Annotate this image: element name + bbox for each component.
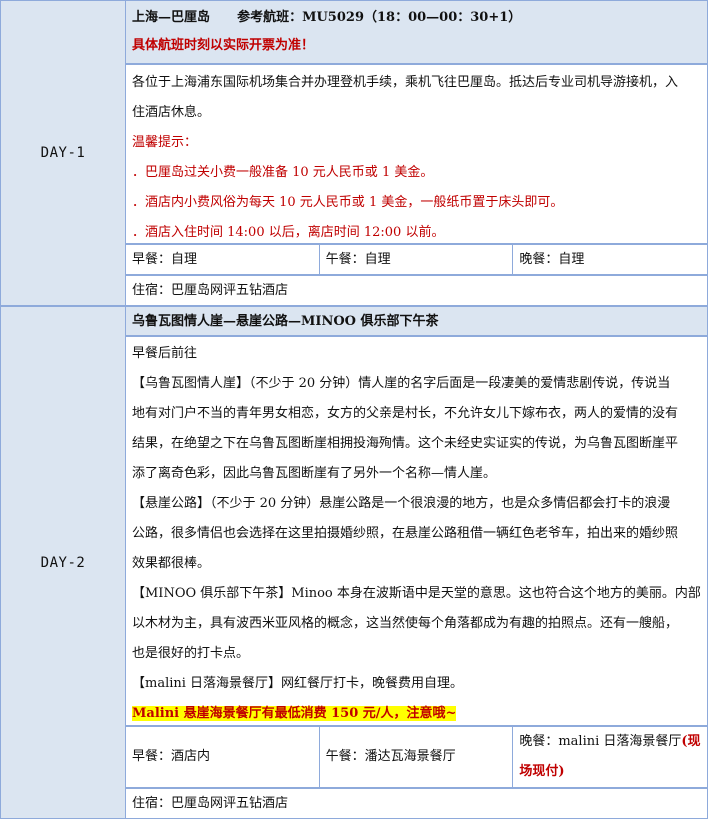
day1-tips-title: 温馨提示： bbox=[132, 135, 198, 150]
day1-desc-line2: 住酒店休息。 bbox=[132, 105, 211, 120]
day1-hotel-row: 住宿：巴厘岛网评五钻酒店 bbox=[126, 275, 708, 306]
day1-meals: 早餐：自理 午餐：自理 晚餐：自理 bbox=[126, 244, 708, 275]
day1-tip-2: ．酒店内小费风俗为每天 10 元人民币或 1 美金，一般纸币置于床头即可。 bbox=[132, 195, 564, 210]
day2-p1-line3: 结果，在绝望之下在乌鲁瓦图断崖相拥投海殉情。这个未经史实证实的传说，为乌鲁瓦图断… bbox=[132, 436, 679, 451]
day1-route: 上海—巴厘岛 bbox=[132, 10, 211, 25]
day2-dinner-note-b: 场现付) bbox=[519, 764, 565, 779]
day2-p3-line2: 以木材为主，具有波西米亚风格的概念，这当然使每个角落都成为有趣的拍照点。还有一艘… bbox=[132, 616, 679, 631]
day2-p2-line3: 效果都很棒。 bbox=[132, 556, 211, 571]
day2-p2-line1: 【悬崖公路】（不少于 20 分钟）悬崖公路是一个很浪漫的地方，也是众多情侣都会打… bbox=[132, 496, 671, 511]
day2-dinner: 晚餐：malini 日落海景餐厅 bbox=[519, 734, 682, 749]
day2-hotel-row: 住宿：巴厘岛网评五钻酒店 bbox=[126, 788, 708, 819]
day1-breakfast: 早餐：自理 bbox=[126, 245, 320, 274]
day1-label-cell: DAY-1 bbox=[0, 0, 126, 306]
day2-description: 早餐后前往 【乌鲁瓦图情人崖】（不少于 20 分钟）情人崖的名字后面是一段凄美的… bbox=[126, 336, 708, 726]
day2-p1-line4: 添了离奇色彩，因此乌鲁瓦图断崖有了另外一个名称—情人崖。 bbox=[132, 466, 497, 481]
day1-lunch: 午餐：自理 bbox=[320, 245, 514, 274]
day2-breakfast-cell: 早餐：酒店内 bbox=[126, 727, 320, 787]
day2-p1-line1: 【乌鲁瓦图情人崖】（不少于 20 分钟）情人崖的名字后面是一段凄美的爱情悲剧传说… bbox=[132, 376, 671, 391]
day2-dinner-note-a: (现 bbox=[681, 734, 701, 749]
day2-lunch-cell: 午餐：潘达瓦海景餐厅 bbox=[320, 727, 514, 787]
day1-hotel: 住宿：巴厘岛网评五钻酒店 bbox=[132, 283, 289, 298]
day2-p3-line3: 也是很好的打卡点。 bbox=[132, 646, 250, 661]
itinerary-table: DAY-1 上海—巴厘岛 参考航班：MU5029（18：00—00：30+1） … bbox=[0, 0, 708, 819]
day1-label: DAY-1 bbox=[40, 145, 86, 161]
day1-desc-line1: 各位于上海浦东国际机场集合并办理登机手续，乘机飞往巴厘岛。抵达后专业司机导游接机… bbox=[132, 75, 679, 90]
day2-hotel: 住宿：巴厘岛网评五钻酒店 bbox=[132, 796, 289, 811]
day2-lunch: 午餐：潘达瓦海景餐厅 bbox=[325, 749, 456, 764]
day2-dinner-cell: 晚餐：malini 日落海景餐厅(现 场现付) bbox=[513, 727, 707, 787]
day1-header: 上海—巴厘岛 参考航班：MU5029（18：00—00：30+1） 具体航班时刻… bbox=[126, 0, 708, 64]
day2-title: 乌鲁瓦图情人崖—悬崖公路—MINOO 俱乐部下午茶 bbox=[132, 314, 439, 329]
day1-content: 上海—巴厘岛 参考航班：MU5029（18：00—00：30+1） 具体航班时刻… bbox=[126, 0, 708, 306]
day1-flight: 参考航班：MU5029（18：00—00：30+1） bbox=[237, 10, 522, 25]
day2-intro: 早餐后前往 bbox=[132, 346, 198, 361]
day1-flight-note: 具体航班时刻以实际开票为准！ bbox=[132, 38, 315, 53]
day2-p1-line2: 地有对门户不当的青年男女相恋，女方的父亲是村长，不允许女儿下嫁布衣，两人的爱情的… bbox=[132, 406, 679, 421]
day2-p2-line2: 公路，很多情侣也会选择在这里拍摄婚纱照，在悬崖公路租借一辆红色老爷车，拍出来的婚… bbox=[132, 526, 679, 541]
day2-p3-line1: 【MINOO 俱乐部下午茶】Minoo 本身在波斯语中是天堂的意思。这也符合这个… bbox=[132, 586, 701, 601]
day2-meals: 早餐：酒店内 午餐：潘达瓦海景餐厅 晚餐：malini 日落海景餐厅(现 场现付… bbox=[126, 726, 708, 788]
day2-header: 乌鲁瓦图情人崖—悬崖公路—MINOO 俱乐部下午茶 bbox=[126, 306, 708, 336]
day1-dinner: 晚餐：自理 bbox=[519, 252, 585, 267]
day1-tip-1: ．巴厘岛过关小费一般准备 10 元人民币或 1 美金。 bbox=[132, 165, 434, 180]
day1-description: 各位于上海浦东国际机场集合并办理登机手续，乘机飞往巴厘岛。抵达后专业司机导游接机… bbox=[126, 64, 708, 244]
day2-warning: Malini 悬崖海景餐厅有最低消费 150 元/人，注意哦~ bbox=[132, 706, 457, 721]
day2-label: DAY-2 bbox=[40, 554, 86, 571]
day2-label-cell: DAY-2 bbox=[0, 306, 126, 819]
day2-content: 乌鲁瓦图情人崖—悬崖公路—MINOO 俱乐部下午茶 早餐后前往 【乌鲁瓦图情人崖… bbox=[126, 306, 708, 819]
day2-breakfast: 早餐：酒店内 bbox=[132, 749, 211, 764]
day2-p4: 【malini 日落海景餐厅】网红餐厅打卡，晚餐费用自理。 bbox=[132, 676, 464, 691]
